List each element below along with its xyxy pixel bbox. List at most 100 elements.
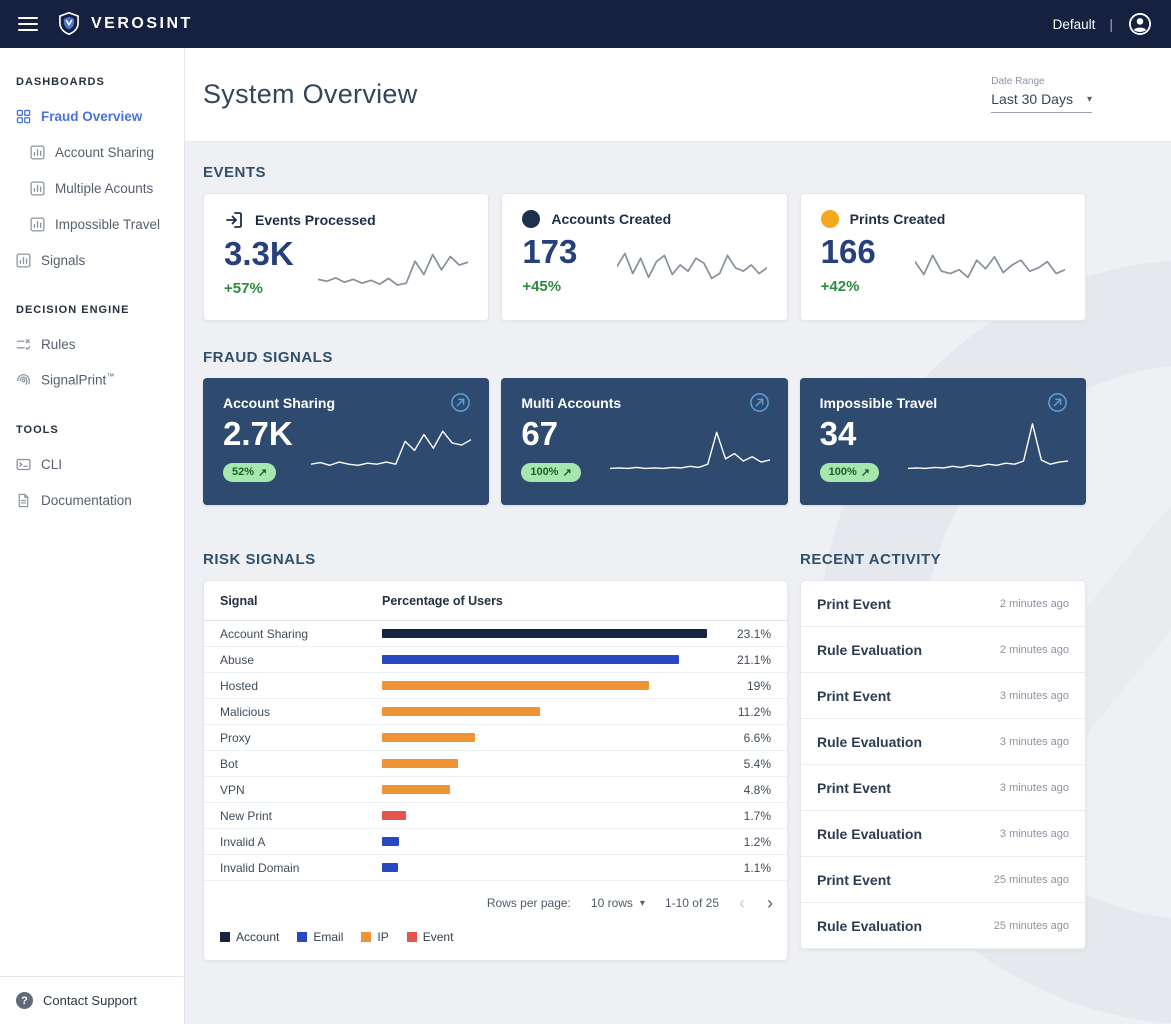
signal-bar [382,681,707,690]
table-row: Proxy 6.6% [204,725,787,751]
date-range-label: Date Range [991,76,1045,87]
fraud-value: 67 [521,415,559,452]
signal-bar [382,629,707,638]
topbar-divider: | [1109,16,1113,32]
page-title: System Overview [203,79,418,109]
list-item[interactable]: Rule Evaluation 25 minutes ago [801,903,1085,949]
stat-value: 166 [820,233,876,270]
trend-up-icon: ↗ [562,466,572,479]
activity-timestamp: 3 minutes ago [999,689,1069,702]
rows-per-page-select[interactable]: 10 rows ▾ [591,896,645,910]
contact-support-label: Contact Support [43,993,137,1008]
goto-arrow-icon[interactable] [749,392,770,413]
signal-label: Hosted [220,678,259,693]
main-area: System Overview Date Range Last 30 Days … [185,48,1171,1024]
list-item[interactable]: Print Event 25 minutes ago [801,857,1085,903]
activity-label: Rule Evaluation [817,641,923,658]
sidebar-item-label: CLI [41,456,63,472]
legend-item: IP [361,930,389,944]
signal-bar [382,837,707,846]
signal-label: Proxy [220,730,251,745]
chevron-down-icon: ▾ [639,897,645,909]
stat-delta: +45% [522,278,562,296]
risk-signals-table: Signal Percentage of Users Account Shari… [203,580,788,961]
recent-activity-heading: RECENT ACTIVITY [800,551,942,568]
sidebar-item-label: Documentation [41,492,132,508]
signal-percent: 5.4% [743,756,771,771]
list-item[interactable]: Print Event 2 minutes ago [801,581,1085,627]
sidebar-item-cli[interactable]: CLI [0,446,184,482]
question-icon: ? [16,992,33,1009]
next-page-icon[interactable]: › [767,894,773,912]
events-section: EVENTS Events Processed 3.3K +57% Accoun… [203,164,1086,321]
signal-percent: 4.8% [743,782,771,797]
document-icon [16,493,31,508]
sidebar-item-impossible-travel[interactable]: Impossible Travel [0,206,184,242]
table-row: Invalid Domain 1.1% [204,855,787,881]
goto-arrow-icon[interactable] [1047,392,1068,413]
table-pagination: Rows per page: 10 rows ▾ 1-10 of 25 ‹ › [204,881,787,916]
topbar: VEROSINT Default | [0,0,1171,48]
fraud-value: 2.7K [223,415,293,452]
trend-badge: 100% ↗ [819,462,880,482]
sidebar-item-label: SignalPrint™ [41,372,115,388]
legend-swatch [406,932,417,942]
sidebar-item-account-sharing[interactable]: Account Sharing [0,134,184,170]
sidebar-item-fraud-overview[interactable]: Fraud Overview [0,98,184,134]
environment-selector[interactable]: Default [1053,17,1096,32]
signal-percent: 23.1% [736,626,771,641]
sidebar: DASHBOARDS Fraud Overview Account Sharin… [0,48,185,1024]
table-row: Malicious 11.2% [204,699,787,725]
sidebar-item-label: Fraud Overview [41,108,143,124]
signal-percent: 21.1% [736,652,771,667]
signal-percent: 1.1% [743,860,771,875]
activity-label: Print Event [817,871,891,888]
list-item[interactable]: Rule Evaluation 2 minutes ago [801,627,1085,673]
activity-label: Rule Evaluation [817,917,923,934]
signal-percent: 11.2% [737,704,771,719]
dashboard-content: EVENTS Events Processed 3.3K +57% Accoun… [185,142,1171,1024]
legend-label: IP [377,930,389,944]
sidebar-section-decision-engine: DECISION ENGINE Rules SignalPrint™ [0,304,184,398]
table-row: Bot 5.4% [204,751,787,777]
legend-swatch [297,932,308,942]
sidebar-item-signalprint[interactable]: SignalPrint™ [0,362,184,398]
events-processed-card: Events Processed 3.3K +57% [203,193,490,321]
previous-page-icon[interactable]: ‹ [739,894,745,912]
goto-arrow-icon[interactable] [450,392,471,413]
signal-bar [382,655,707,664]
activity-label: Rule Evaluation [817,733,923,750]
accounts-created-card: Accounts Created 173 +45% [501,193,788,321]
stat-delta: +57% [224,280,263,298]
sparkline-chart [311,415,471,473]
sign-in-icon [226,212,242,228]
legend-item: Event [406,930,454,944]
sidebar-item-documentation[interactable]: Documentation [0,482,184,518]
signal-label: Invalid Domain [220,860,300,875]
stat-delta: +42% [820,278,860,296]
sidebar-item-multiple-accounts[interactable]: Multiple Acounts [0,170,184,206]
fraud-card-impossible-travel: Impossible Travel 34 100% ↗ [799,378,1086,505]
stat-value: 3.3K [224,235,294,272]
sparkline-chart [318,240,468,292]
table-row: Account Sharing 23.1% [204,621,787,647]
activity-timestamp: 25 minutes ago [993,873,1069,886]
sidebar-item-signals[interactable]: Signals [0,242,184,278]
menu-icon[interactable] [18,17,38,31]
table-row: New Print 1.7% [204,803,787,829]
list-item[interactable]: Rule Evaluation 3 minutes ago [801,719,1085,765]
list-item[interactable]: Rule Evaluation 3 minutes ago [801,811,1085,857]
legend-label: Event [422,930,454,944]
contact-support-button[interactable]: ? Contact Support [0,976,184,1024]
column-header-percentage: Percentage of Users [382,593,503,608]
dashboard-grid-icon [16,109,31,124]
list-item[interactable]: Print Event 3 minutes ago [801,765,1085,811]
sidebar-item-rules[interactable]: Rules [0,326,184,362]
brand[interactable]: VEROSINT [56,11,193,37]
sidebar-section-tools: TOOLS CLI Documentation [0,424,184,518]
list-item[interactable]: Print Event 3 minutes ago [801,673,1085,719]
legend-item: Email [297,930,343,944]
user-avatar-icon[interactable] [1127,11,1153,37]
date-range-dropdown[interactable]: Date Range Last 30 Days ▾ [991,76,1092,113]
signal-percent: 6.6% [743,730,771,745]
